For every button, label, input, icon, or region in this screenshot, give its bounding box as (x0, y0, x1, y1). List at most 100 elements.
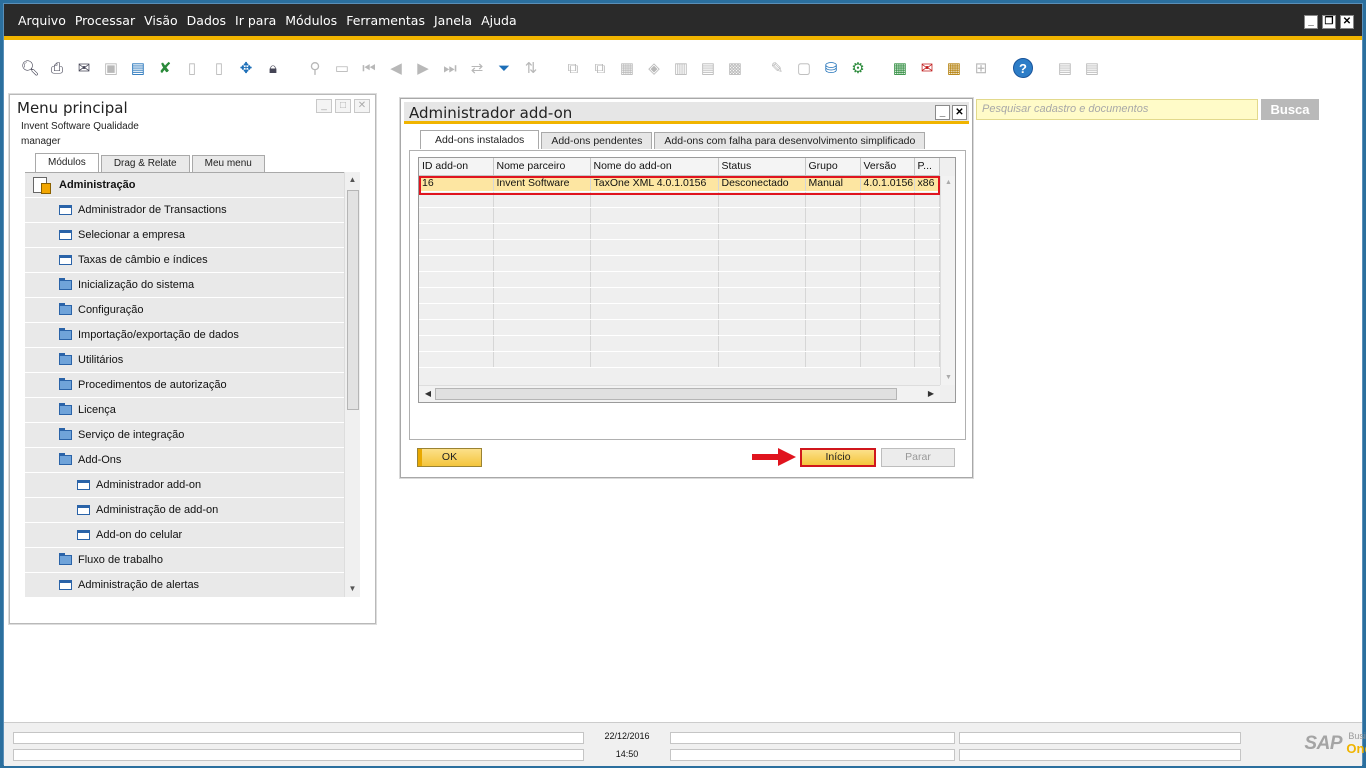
maximize-icon[interactable]: □ (335, 99, 351, 113)
table-row[interactable] (419, 255, 940, 272)
lock-screen-icon[interactable]: 🔒︎ (263, 58, 283, 78)
stop-button[interactable]: Parar (881, 448, 955, 467)
table-row[interactable] (419, 351, 940, 368)
module-tree-item[interactable]: Serviço de integração (25, 423, 344, 448)
close-icon[interactable]: ✕ (1340, 15, 1354, 29)
scroll-down-icon[interactable]: ▼ (941, 371, 955, 385)
start-button[interactable]: Início (800, 448, 876, 467)
minimize-icon[interactable]: _ (1304, 15, 1318, 29)
table-row[interactable] (419, 287, 940, 304)
tab-drag-relate[interactable]: Drag & Relate (100, 155, 190, 172)
form-settings-icon[interactable]: ▤ (1055, 58, 1075, 78)
module-tree-item[interactable]: Selecionar a empresa (25, 223, 344, 248)
messages-icon[interactable]: ✉ (917, 58, 937, 78)
column-header[interactable]: P... (914, 158, 940, 176)
base-document-icon[interactable]: ⧉ (563, 58, 583, 78)
database-icon[interactable]: ⛁ (821, 58, 841, 78)
scroll-right-icon[interactable]: ▶ (924, 386, 938, 402)
add-icon[interactable]: ▭ (332, 58, 352, 78)
structure-icon[interactable]: ⊞ (971, 58, 991, 78)
table-row[interactable] (419, 223, 940, 240)
menu-ir-para[interactable]: Ir para (235, 13, 276, 28)
tools-icon[interactable]: ⚙ (848, 58, 868, 78)
export-pdf-icon[interactable]: ▯ (209, 58, 229, 78)
tab-installed-addons[interactable]: Add-ons instalados (420, 130, 540, 149)
fax-icon[interactable]: ▤ (128, 58, 148, 78)
module-tree-item[interactable]: Inicialização do sistema (25, 273, 344, 298)
table-row[interactable] (419, 319, 940, 336)
menu-ferramentas[interactable]: Ferramentas (346, 13, 425, 28)
sort-icon[interactable]: ⇅ (521, 58, 541, 78)
grid-horizontal-scrollbar[interactable]: ◀ ▶ (419, 385, 940, 402)
volume-weight-icon[interactable]: ▤ (698, 58, 718, 78)
scroll-up-icon[interactable]: ▲ (941, 176, 955, 190)
last-record-icon[interactable]: ⏭ (440, 58, 460, 78)
drill-down-icon[interactable]: ▦ (617, 58, 637, 78)
settings-icon[interactable]: ✎ (767, 58, 787, 78)
tab-modulos[interactable]: Módulos (35, 153, 99, 172)
email-icon[interactable]: ✉ (74, 58, 94, 78)
tab-meu-menu[interactable]: Meu menu (191, 155, 265, 172)
module-tree-item[interactable]: Administração de add-on (25, 498, 344, 523)
menu-modulos[interactable]: Módulos (285, 13, 337, 28)
calendar-icon[interactable]: ▦ (890, 58, 910, 78)
minimize-icon[interactable]: _ (316, 99, 332, 113)
menu-dados[interactable]: Dados (187, 13, 226, 28)
table-row[interactable] (419, 271, 940, 288)
module-tree-item[interactable]: Add-on do celular (25, 523, 344, 548)
table-row[interactable] (419, 239, 940, 256)
export-excel-icon[interactable]: ✘ (155, 58, 175, 78)
table-row[interactable] (419, 335, 940, 352)
export-word-icon[interactable]: ▯ (182, 58, 202, 78)
previous-record-icon[interactable]: ◀ (386, 58, 406, 78)
payment-means-icon[interactable]: ▥ (671, 58, 691, 78)
module-tree-item[interactable]: Administrador de Transactions (25, 198, 344, 223)
module-tree-item[interactable]: Configuração (25, 298, 344, 323)
module-tree-item[interactable]: Add-Ons (25, 448, 344, 473)
preview-icon[interactable]: 🔍︎ (20, 58, 40, 78)
menu-ajuda[interactable]: Ajuda (481, 13, 517, 28)
refresh-icon[interactable]: ⇄ (467, 58, 487, 78)
search-button[interactable]: Busca (1261, 99, 1319, 120)
table-row[interactable] (419, 303, 940, 320)
menu-janela[interactable]: Janela (434, 13, 472, 28)
journal-icon[interactable]: ▩ (725, 58, 745, 78)
close-icon[interactable]: ✕ (354, 99, 370, 113)
scroll-thumb[interactable] (347, 190, 359, 410)
module-tree-item[interactable]: Utilitários (25, 348, 344, 373)
minimize-icon[interactable]: _ (935, 105, 950, 120)
module-tree-item[interactable]: Fluxo de trabalho (25, 548, 344, 573)
scroll-down-icon[interactable]: ▼ (345, 581, 360, 597)
menu-visao[interactable]: Visão (144, 13, 178, 28)
print-icon[interactable]: ⎙ (47, 58, 67, 78)
column-header[interactable]: Nome parceiro (493, 158, 591, 176)
module-tree-item[interactable]: Importação/exportação de dados (25, 323, 344, 348)
column-header[interactable]: Status (718, 158, 806, 176)
column-header[interactable]: Grupo (805, 158, 861, 176)
table-row[interactable]: 16 Invent Software TaxOne XML 4.0.1.0156 De… (419, 175, 940, 192)
search-input[interactable]: Pesquisar cadastro e documentos (976, 99, 1258, 120)
module-tree-item[interactable]: Procedimentos de autorização (25, 373, 344, 398)
ok-button[interactable]: OK (417, 448, 482, 467)
scroll-thumb[interactable] (435, 388, 897, 400)
next-record-icon[interactable]: ▶ (413, 58, 433, 78)
launch-app-icon[interactable]: ✥ (236, 58, 256, 78)
tab-pending-addons[interactable]: Add-ons pendentes (541, 132, 653, 149)
tab-failed-addons[interactable]: Add-ons com falha para desenvolvimento s… (654, 132, 926, 149)
sms-icon[interactable]: ▣ (101, 58, 121, 78)
filter-icon[interactable]: ⏷ (494, 58, 514, 78)
find-icon[interactable]: ⚲ (305, 58, 325, 78)
module-tree-item[interactable]: Administração de alertas (25, 573, 344, 597)
edit-icon[interactable]: ▢ (794, 58, 814, 78)
menu-processar[interactable]: Processar (75, 13, 135, 28)
grid-vertical-scrollbar[interactable]: ▲ ▼ (940, 176, 955, 385)
print-layout-icon[interactable]: ▤ (1082, 58, 1102, 78)
help-icon[interactable]: ? (1013, 58, 1033, 78)
menu-arquivo[interactable]: Arquivo (18, 13, 66, 28)
target-document-icon[interactable]: ⧉ (590, 58, 610, 78)
module-tree-item[interactable]: Taxas de câmbio e índices (25, 248, 344, 273)
restore-icon[interactable]: ❐ (1322, 15, 1336, 29)
table-row[interactable] (419, 191, 940, 208)
module-tree-item[interactable]: Administrador add-on (25, 473, 344, 498)
column-header[interactable]: Versão (860, 158, 915, 176)
